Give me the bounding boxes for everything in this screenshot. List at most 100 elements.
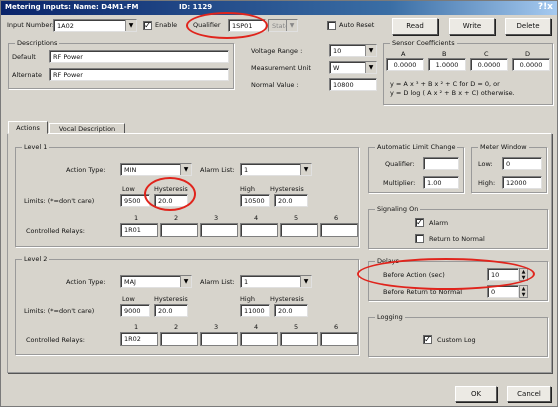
- multiplier-field[interactable]: 1.00: [423, 176, 459, 189]
- before-action-spinner[interactable]: ▲ ▼: [519, 268, 528, 281]
- before-return-label: Before Return to Normal: [383, 288, 463, 296]
- write-button[interactable]: Write: [449, 18, 495, 35]
- level-1-relay-number: 5: [294, 214, 299, 222]
- level-2-relay-number: 2: [174, 323, 179, 331]
- level-2-relay-field[interactable]: [280, 332, 318, 346]
- level-2-action-type-combo[interactable]: MAJ ▼: [120, 275, 192, 288]
- ok-button[interactable]: OK: [455, 386, 497, 402]
- return-to-normal-checkbox[interactable]: [415, 234, 424, 243]
- chevron-down-icon[interactable]: ▼: [180, 164, 191, 175]
- level-2-relay-field[interactable]: [320, 332, 358, 346]
- chevron-down-icon[interactable]: ▼: [365, 45, 376, 56]
- multiplier-label: Multiplier:: [383, 179, 416, 187]
- meter-high-field[interactable]: 12000: [502, 176, 542, 189]
- coef-c-field[interactable]: 0.0000: [470, 58, 508, 71]
- title-bar: Metering Inputs: Name: D4M1-FM ID: 1129 …: [1, 1, 557, 15]
- alternate-description-field[interactable]: RF Power: [49, 68, 229, 81]
- alarm-checkbox[interactable]: ✓: [415, 218, 424, 227]
- measurement-unit-label: Measurement Unit: [251, 64, 311, 72]
- level-2-relay-field[interactable]: [200, 332, 238, 346]
- enable-checkbox[interactable]: ✓: [143, 21, 152, 30]
- level-1-title: Level 1: [22, 143, 50, 151]
- chevron-down-icon[interactable]: ▼: [300, 164, 311, 175]
- before-action-field[interactable]: 10: [487, 268, 519, 281]
- alternate-label: Alternate: [12, 71, 43, 79]
- level-2-high-field[interactable]: 11000: [240, 304, 270, 317]
- level-2-relay-number: 6: [334, 323, 339, 331]
- descriptions-title: Descriptions: [15, 39, 60, 47]
- default-label: Default: [12, 53, 36, 61]
- before-return-spinner[interactable]: ▲ ▼: [519, 285, 528, 298]
- level-1-hysteresis-label: Hysteresis: [154, 185, 188, 193]
- level-2-relay-number: 3: [214, 323, 219, 331]
- help-close-icon[interactable]: ?!x: [538, 2, 553, 12]
- level-2-hysteresis-field[interactable]: 20.0: [154, 304, 188, 317]
- level-1-controlled-relays-label: Controlled Relays:: [26, 227, 85, 235]
- level-1-relay-field[interactable]: 1R01: [120, 223, 158, 237]
- before-return-field[interactable]: 0: [487, 285, 519, 298]
- level-1-relay-field[interactable]: [320, 223, 358, 237]
- level-1-relay-field[interactable]: [240, 223, 278, 237]
- input-number-label: Input Number:: [7, 21, 55, 29]
- chevron-down-icon[interactable]: ▼: [180, 276, 191, 287]
- level-2-low-field[interactable]: 9000: [120, 304, 150, 317]
- level-2-relay-number: 1: [134, 323, 139, 331]
- default-description-field[interactable]: RF Power: [49, 50, 229, 63]
- input-number-combo[interactable]: 1A02 ▼: [53, 19, 137, 32]
- chevron-down-icon[interactable]: ▼: [125, 20, 136, 31]
- auto-qualifier-field[interactable]: [423, 157, 459, 170]
- tab-actions[interactable]: Actions: [8, 121, 48, 134]
- logging-title: Logging: [375, 313, 405, 321]
- cancel-button[interactable]: Cancel: [507, 386, 551, 402]
- level-2-alarm-list-combo[interactable]: 1 ▼: [240, 275, 312, 288]
- level-2-title: Level 2: [22, 255, 50, 263]
- measurement-unit-combo[interactable]: W ▼: [329, 61, 377, 74]
- voltage-range-combo[interactable]: 10 ▼: [329, 44, 377, 57]
- level-2-hysteresis-2-field[interactable]: 20.0: [274, 304, 308, 317]
- coef-header-c: C: [484, 50, 489, 58]
- automatic-limit-change-group: Automatic Limit Change Qualifier: Multip…: [368, 143, 464, 193]
- chevron-down-icon: ▼: [286, 20, 297, 31]
- input-number-value: 1A02: [57, 22, 74, 30]
- level-2-alarm-list-value: 1: [244, 278, 249, 286]
- level-1-hysteresis-field[interactable]: 20.0: [154, 194, 188, 207]
- chevron-down-icon[interactable]: ▼: [300, 276, 311, 287]
- qualifier-value: 1SP01: [232, 22, 253, 30]
- coef-d-field[interactable]: 0.0000: [512, 58, 550, 71]
- level-1-relay-field[interactable]: [280, 223, 318, 237]
- delete-button[interactable]: Delete: [505, 18, 551, 35]
- normal-value-field[interactable]: 10800: [329, 78, 377, 91]
- normal-value: 10800: [333, 81, 354, 89]
- meter-low-field[interactable]: 0: [502, 157, 542, 170]
- auto-reset-checkbox[interactable]: [327, 21, 336, 30]
- normal-value-label: Normal Value :: [251, 81, 299, 89]
- level-1-alarm-list-combo[interactable]: 1 ▼: [240, 163, 312, 176]
- level-2-hysteresis-2-label: Hysteresis: [270, 295, 304, 303]
- coef-a-field[interactable]: 0.0000: [386, 58, 424, 71]
- level-1-high-field[interactable]: 10500: [240, 194, 270, 207]
- signaling-on-group: Signaling On ✓ Alarm Return to Normal: [368, 205, 548, 249]
- alarm-label: Alarm: [429, 219, 449, 227]
- level-1-action-type-label: Action Type:: [66, 166, 106, 174]
- level-2-relay-field[interactable]: [240, 332, 278, 346]
- level-1-low-field[interactable]: 9500: [120, 194, 150, 207]
- custom-log-label: Custom Log: [437, 336, 476, 344]
- read-button[interactable]: Read: [392, 18, 438, 35]
- level-1-relay-field[interactable]: [160, 223, 198, 237]
- level-1-relay-number: 3: [214, 214, 219, 222]
- level-1-hysteresis-2-field[interactable]: 20.0: [274, 194, 308, 207]
- level-1-action-type-combo[interactable]: MIN ▼: [120, 163, 192, 176]
- logging-group: Logging ✓ Custom Log: [368, 313, 548, 357]
- level-2-relay-field[interactable]: [160, 332, 198, 346]
- qualifier-field[interactable]: 1SP01: [228, 19, 266, 32]
- level-2-relay-field[interactable]: 1R02: [120, 332, 158, 346]
- level-1-alarm-list-label: Alarm List:: [200, 166, 235, 174]
- coef-b-field[interactable]: 1.0000: [428, 58, 466, 71]
- chevron-down-icon[interactable]: ▼: [365, 62, 376, 73]
- custom-log-checkbox[interactable]: ✓: [423, 335, 432, 344]
- formula-line-1: y = A x ³ + B x ² + C for D = 0, or: [390, 80, 500, 88]
- level-1-low-label: Low: [122, 185, 135, 193]
- coef-header-b: B: [442, 50, 447, 58]
- meter-high-label: High:: [478, 179, 496, 187]
- level-1-relay-field[interactable]: [200, 223, 238, 237]
